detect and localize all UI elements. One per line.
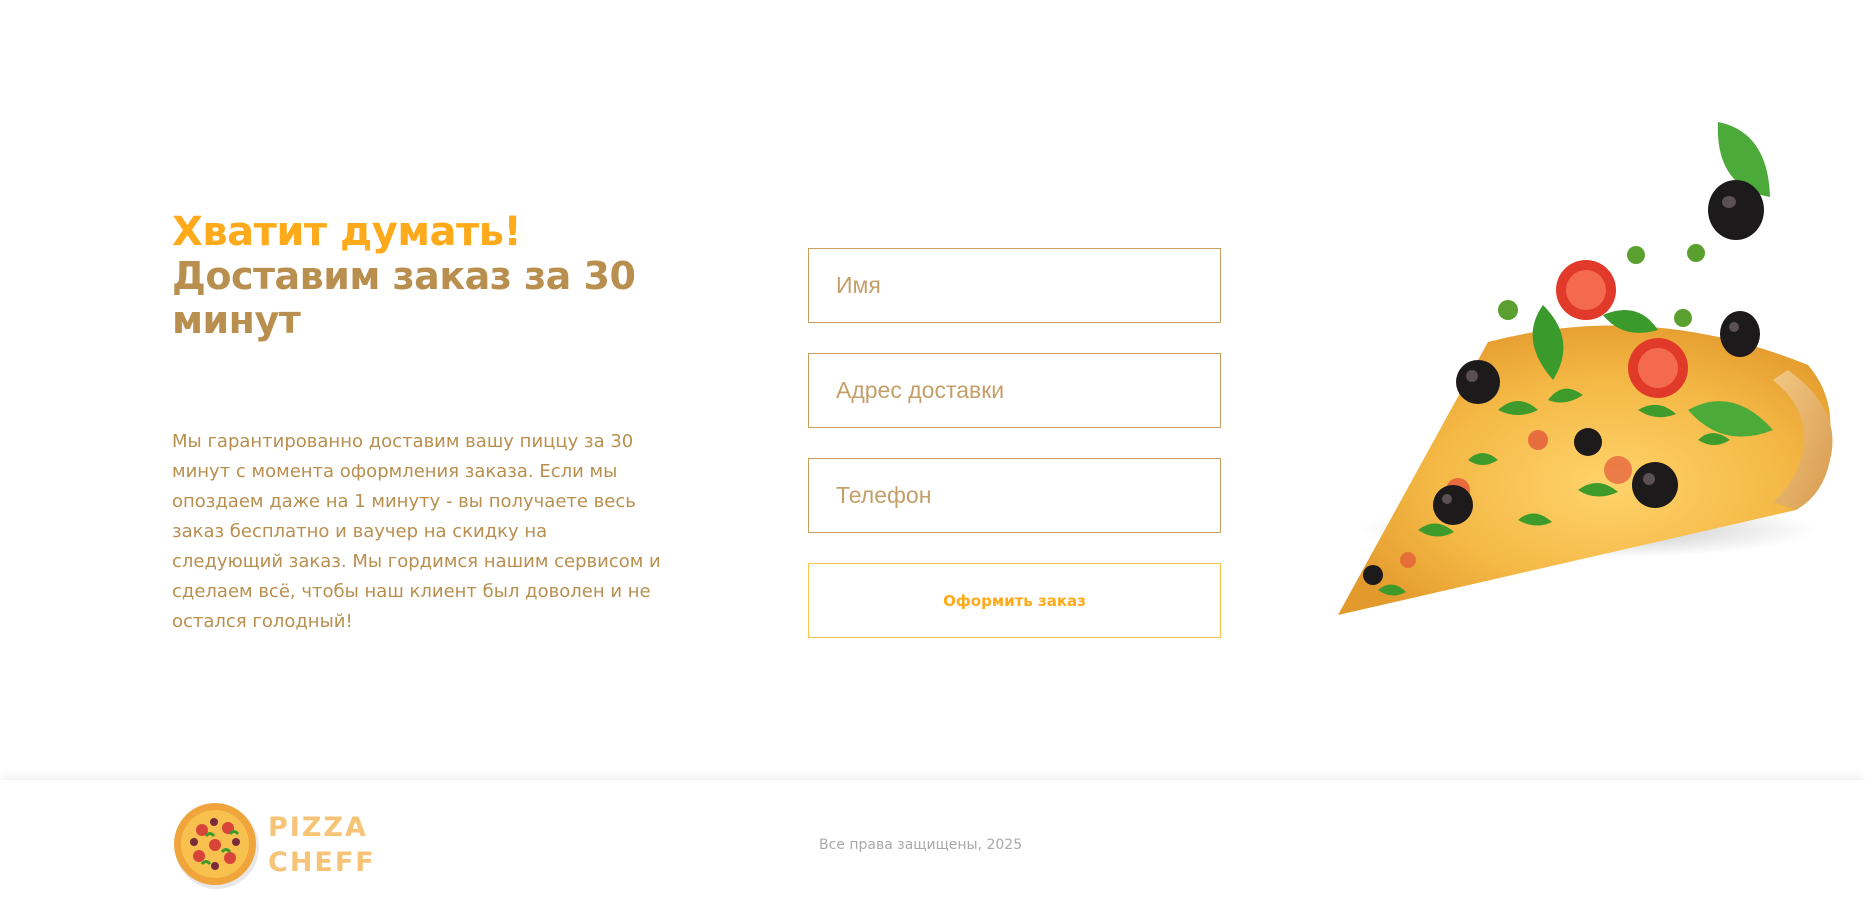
- page: Хватит думать! Доставим заказ за 30 мину…: [0, 0, 1865, 908]
- heading-accent: Хватит думать!: [172, 209, 522, 255]
- logo-text-line1: PIZZA: [268, 812, 368, 843]
- heading-main: Доставим заказ за 30 минут: [172, 254, 636, 342]
- logo-text: PIZZA CHEFF: [268, 810, 383, 880]
- logo-text-line2: CHEFF: [268, 847, 376, 878]
- place-order-button[interactable]: Оформить заказ: [808, 563, 1221, 638]
- order-form: Оформить заказ: [808, 248, 1221, 638]
- footer: PIZZA CHEFF Все права защищены, 2025: [0, 780, 1865, 908]
- address-input[interactable]: [808, 353, 1221, 428]
- name-input[interactable]: [808, 248, 1221, 323]
- pizza-image: [1318, 110, 1838, 630]
- phone-input[interactable]: [808, 458, 1221, 533]
- copyright-text: Все права защищены, 2025: [819, 837, 1023, 853]
- order-section: Хватит думать! Доставим заказ за 30 мину…: [0, 0, 1865, 780]
- order-description: Мы гарантированно доставим вашу пиццу за…: [172, 431, 661, 632]
- pizza-logo-icon: [172, 800, 260, 890]
- logo[interactable]: PIZZA CHEFF: [172, 800, 382, 890]
- order-heading: Хватит думать! Доставим заказ за 30 мину…: [172, 210, 662, 342]
